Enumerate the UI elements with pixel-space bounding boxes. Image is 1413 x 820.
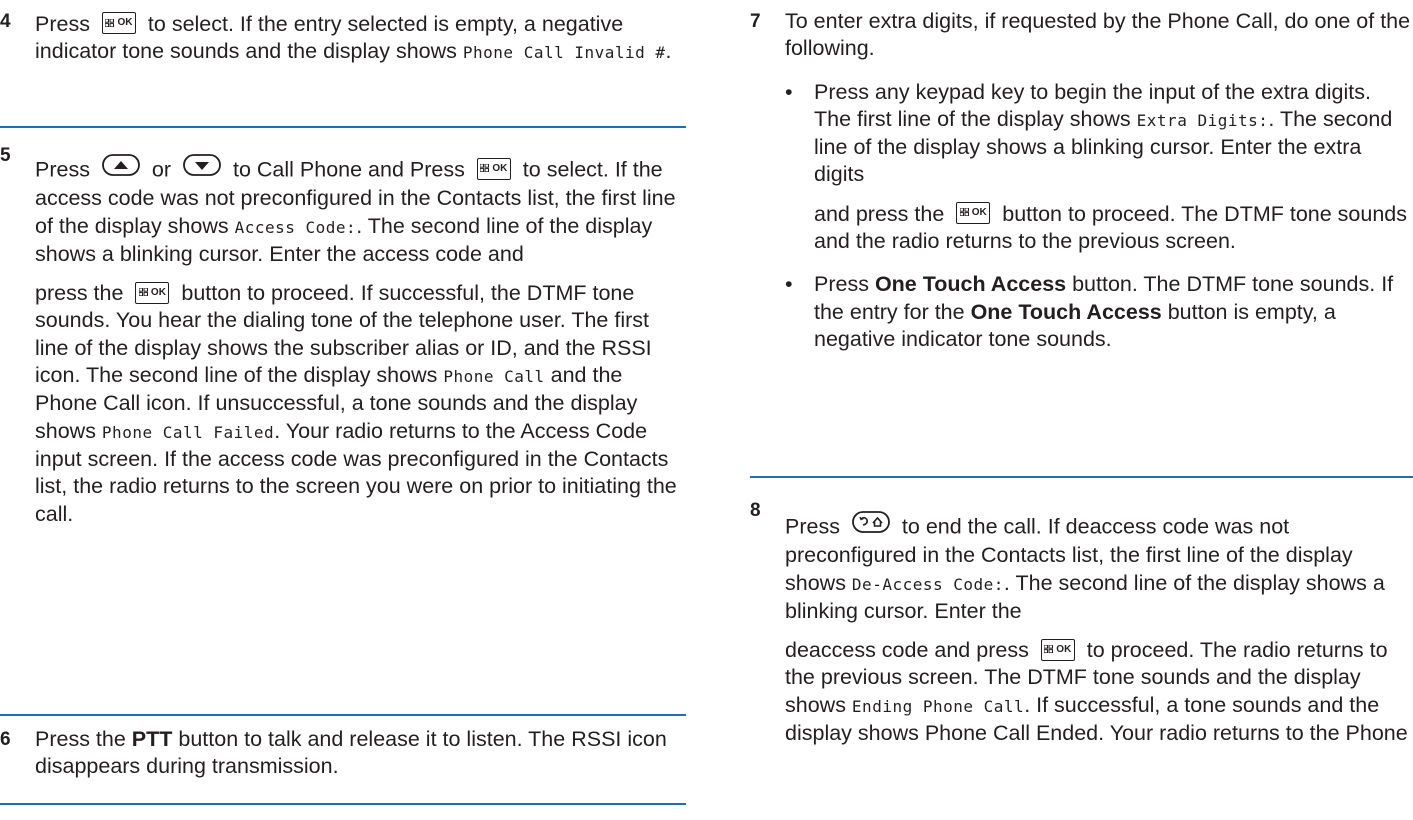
display-text: Ending Phone Call: [851, 696, 1025, 716]
back-home-key-icon: [852, 511, 890, 540]
divider: [750, 476, 1413, 478]
menu-ok-key-icon: OK: [135, 281, 170, 304]
display-text: Phone Call Invalid #: [462, 43, 666, 63]
step-number: 7: [750, 11, 761, 32]
step-text: Press the PTT button to talk and release…: [35, 727, 667, 779]
display-text: Phone Call: [443, 367, 545, 387]
step-text: Press to end the call. If deaccess code …: [785, 511, 1413, 747]
step-number: 8: [750, 500, 761, 521]
menu-ok-key-icon: OK: [476, 157, 511, 180]
menu-ok-key-icon: OK: [1040, 638, 1075, 661]
bullet-item: • Press any keypad key to begin the inpu…: [785, 79, 1407, 254]
display-text: Phone Call Failed: [101, 422, 275, 442]
bullet-item: • Press One Touch Access button. The DTM…: [785, 272, 1394, 351]
step-number: 4: [0, 11, 11, 32]
divider: [0, 803, 686, 805]
step-text: Press OK to select. If the entry selecte…: [35, 12, 672, 64]
display-text: Extra Digits:: [1136, 110, 1269, 130]
up-arrow-key-icon: [102, 154, 140, 183]
step-text: To enter extra digits, if requested by t…: [785, 8, 1413, 353]
step-number: 5: [0, 145, 11, 166]
divider: [0, 126, 686, 128]
display-text: Access Code:: [234, 217, 357, 237]
down-arrow-key-icon: [183, 154, 221, 183]
step-number: 6: [0, 729, 11, 750]
menu-ok-key-icon: OK: [101, 12, 136, 35]
menu-ok-key-icon: OK: [956, 202, 991, 225]
step-text: Press or to Call Phone and Press OK to s…: [35, 154, 686, 528]
display-text: De-Access Code:: [851, 574, 1004, 594]
divider: [0, 714, 686, 716]
